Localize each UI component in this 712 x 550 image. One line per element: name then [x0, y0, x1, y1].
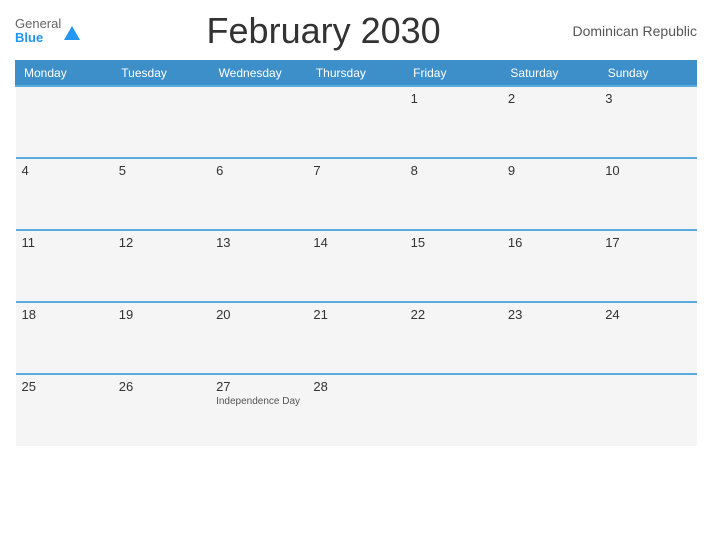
calendar-day-cell [599, 374, 696, 446]
day-number: 22 [411, 307, 496, 322]
calendar-day-cell: 15 [405, 230, 502, 302]
calendar-day-cell: 6 [210, 158, 307, 230]
col-tuesday: Tuesday [113, 61, 210, 87]
calendar-day-cell: 7 [307, 158, 404, 230]
day-number: 9 [508, 163, 593, 178]
calendar-day-cell: 1 [405, 86, 502, 158]
calendar-week-row: 11 12 13 14 15 16 17 [16, 230, 697, 302]
col-saturday: Saturday [502, 61, 599, 87]
weekday-header-row: Monday Tuesday Wednesday Thursday Friday… [16, 61, 697, 87]
day-number: 15 [411, 235, 496, 250]
calendar-day-cell: 13 [210, 230, 307, 302]
day-number: 28 [313, 379, 398, 394]
calendar-day-cell: 26 [113, 374, 210, 446]
day-number: 25 [22, 379, 107, 394]
day-number: 14 [313, 235, 398, 250]
col-thursday: Thursday [307, 61, 404, 87]
calendar-day-cell [502, 374, 599, 446]
col-friday: Friday [405, 61, 502, 87]
country-label: Dominican Republic [567, 23, 697, 39]
day-number: 17 [605, 235, 690, 250]
day-number: 20 [216, 307, 301, 322]
logo: General Blue [15, 17, 80, 46]
calendar-day-cell: 17 [599, 230, 696, 302]
calendar-day-cell: 22 [405, 302, 502, 374]
day-number: 24 [605, 307, 690, 322]
calendar-table: Monday Tuesday Wednesday Thursday Friday… [15, 60, 697, 446]
day-number: 12 [119, 235, 204, 250]
calendar-day-cell [210, 86, 307, 158]
day-number: 18 [22, 307, 107, 322]
calendar-day-cell [16, 86, 113, 158]
calendar-day-cell: 20 [210, 302, 307, 374]
calendar-day-cell: 14 [307, 230, 404, 302]
day-number: 21 [313, 307, 398, 322]
calendar-day-cell: 27 Independence Day [210, 374, 307, 446]
day-number: 8 [411, 163, 496, 178]
day-number: 5 [119, 163, 204, 178]
calendar-week-row: 25 26 27 Independence Day 28 [16, 374, 697, 446]
calendar-day-cell: 24 [599, 302, 696, 374]
day-number: 13 [216, 235, 301, 250]
day-number: 19 [119, 307, 204, 322]
col-sunday: Sunday [599, 61, 696, 87]
logo-general: General [15, 17, 61, 31]
calendar-day-cell: 10 [599, 158, 696, 230]
logo-triangle-icon [64, 26, 80, 40]
calendar-day-cell: 9 [502, 158, 599, 230]
calendar-week-row: 456789 10 [16, 158, 697, 230]
col-monday: Monday [16, 61, 113, 87]
calendar-day-cell: 21 [307, 302, 404, 374]
calendar-week-row: 18 19 20 21 22 23 24 [16, 302, 697, 374]
calendar-day-cell: 18 [16, 302, 113, 374]
calendar-header: General Blue February 2030 Dominican Rep… [15, 10, 697, 52]
day-number: 1 [411, 91, 496, 106]
calendar-day-cell: 28 [307, 374, 404, 446]
calendar-day-cell: 8 [405, 158, 502, 230]
day-number: 16 [508, 235, 593, 250]
day-number: 26 [119, 379, 204, 394]
day-number: 10 [605, 163, 690, 178]
month-title: February 2030 [80, 10, 567, 52]
calendar-day-cell: 16 [502, 230, 599, 302]
col-wednesday: Wednesday [210, 61, 307, 87]
calendar-day-cell [405, 374, 502, 446]
day-number: 2 [508, 91, 593, 106]
logo-blue: Blue [15, 31, 61, 45]
calendar-day-cell: 5 [113, 158, 210, 230]
day-number: 7 [313, 163, 398, 178]
calendar-day-cell: 19 [113, 302, 210, 374]
day-number: 11 [22, 235, 107, 250]
day-number: 23 [508, 307, 593, 322]
calendar-week-row: 123 [16, 86, 697, 158]
calendar-day-cell: 3 [599, 86, 696, 158]
calendar-day-cell [113, 86, 210, 158]
day-number: 4 [22, 163, 107, 178]
calendar-day-cell: 2 [502, 86, 599, 158]
calendar-day-cell [307, 86, 404, 158]
calendar-day-cell: 25 [16, 374, 113, 446]
page-container: General Blue February 2030 Dominican Rep… [0, 0, 712, 550]
day-number: 27 [216, 379, 301, 394]
holiday-label: Independence Day [216, 396, 301, 407]
calendar-day-cell: 11 [16, 230, 113, 302]
day-number: 3 [605, 91, 690, 106]
calendar-day-cell: 12 [113, 230, 210, 302]
calendar-day-cell: 23 [502, 302, 599, 374]
logo-text: General Blue [15, 17, 61, 46]
calendar-day-cell: 4 [16, 158, 113, 230]
day-number: 6 [216, 163, 301, 178]
